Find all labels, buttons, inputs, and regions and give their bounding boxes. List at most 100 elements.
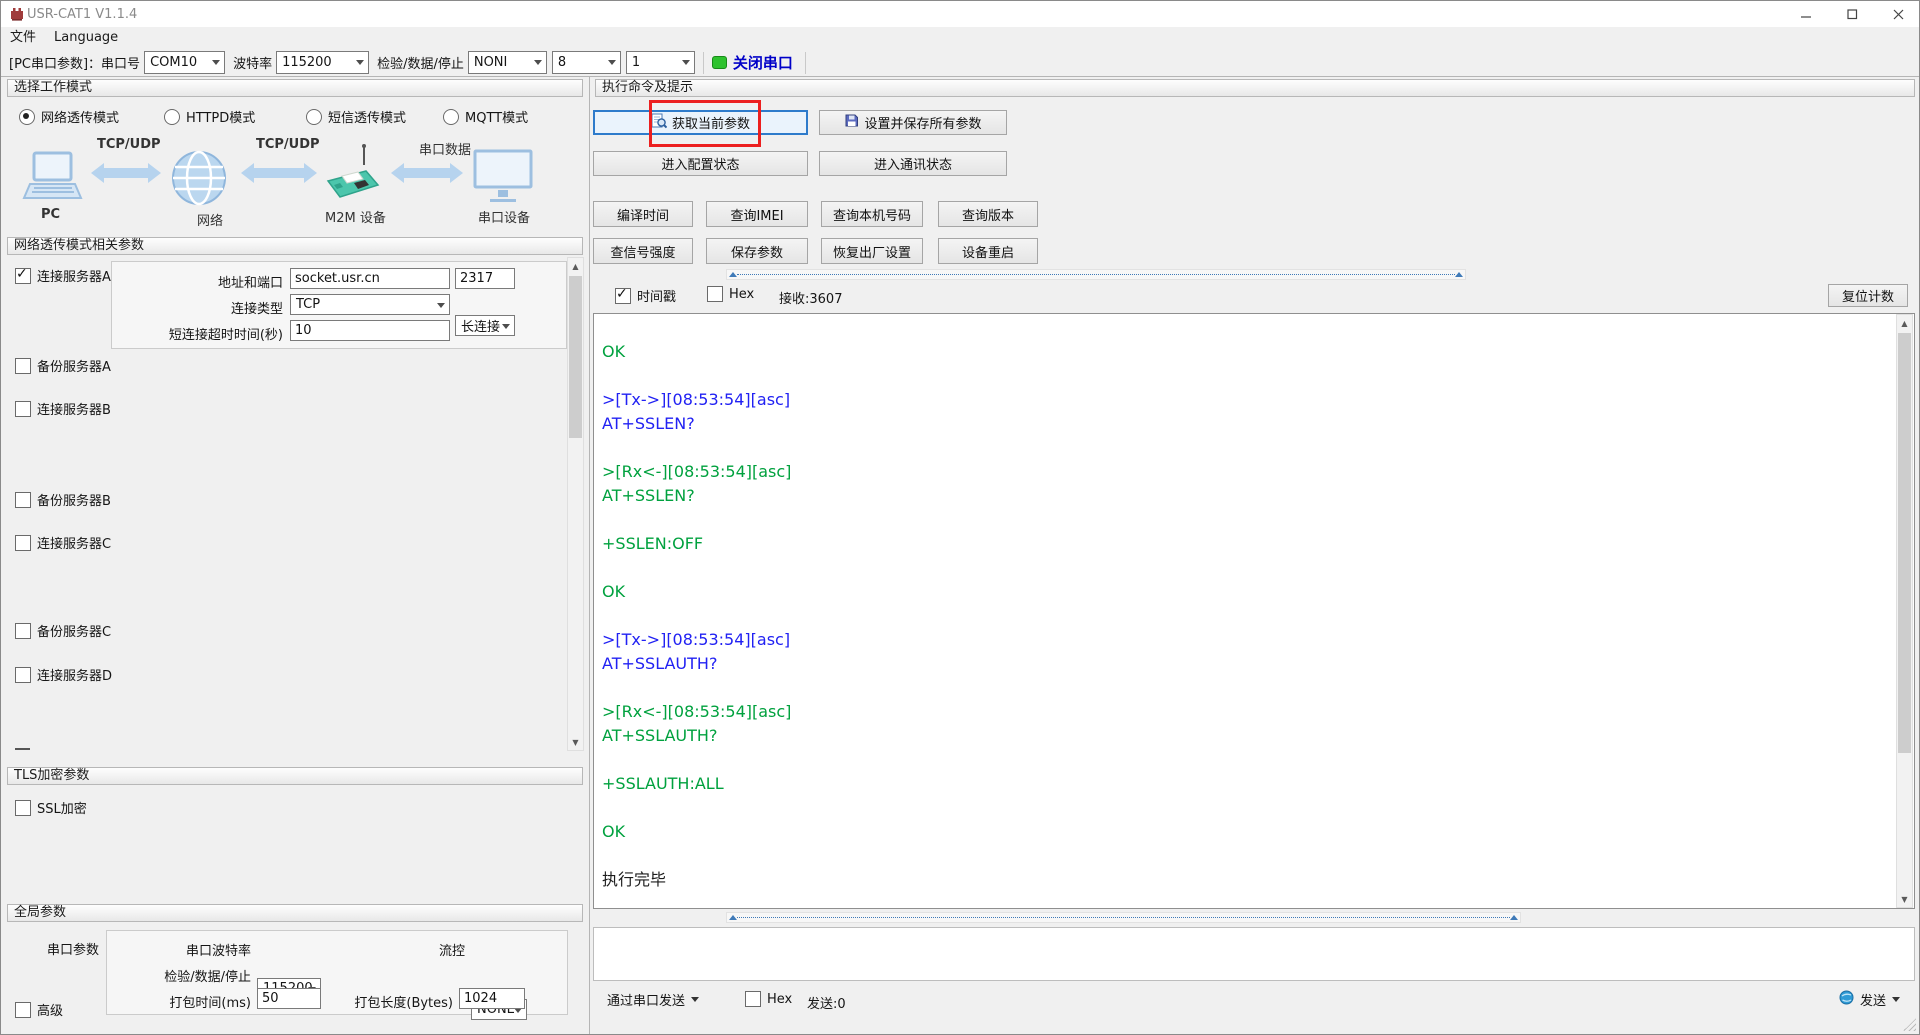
- scroll-up-icon[interactable]: ▲: [1897, 315, 1912, 331]
- maximize-button[interactable]: [1829, 1, 1875, 27]
- floppy-save-icon: [844, 113, 859, 132]
- serial-line-label: 检验/数据/停止: [164, 970, 251, 985]
- factory-reset-button[interactable]: 恢复出厂设置: [821, 238, 923, 264]
- compile-time-button[interactable]: 编译时间: [593, 201, 693, 227]
- log-line: OK: [602, 822, 626, 841]
- checkbox-icon[interactable]: [15, 357, 31, 374]
- scrollbar-thumb[interactable]: [1898, 333, 1911, 753]
- enter-config-button[interactable]: 进入配置状态: [593, 151, 808, 176]
- query-signal-button[interactable]: 查信号强度: [593, 238, 693, 264]
- checkbox-icon[interactable]: [15, 400, 31, 417]
- query-imei-button[interactable]: 查询IMEI: [706, 201, 808, 227]
- radio-httpd[interactable]: HTTPD模式: [164, 107, 255, 126]
- close-port-button[interactable]: 关闭串口: [733, 52, 793, 73]
- menu-file[interactable]: 文件: [1, 27, 45, 49]
- server-a-port-input[interactable]: [455, 268, 515, 289]
- com-port-select[interactable]: COM10: [144, 51, 226, 74]
- query-version-button[interactable]: 查询版本: [938, 201, 1038, 227]
- doc-magnifier-icon: [651, 113, 668, 133]
- line-settings-label: 检验/数据/停止: [377, 57, 464, 72]
- resize-grip[interactable]: [1903, 1018, 1916, 1031]
- globe-icon: [169, 149, 229, 211]
- set-save-params-button[interactable]: 设置并保存所有参数: [819, 110, 1007, 135]
- log-horizontal-scrollbar[interactable]: [726, 269, 1466, 280]
- checkbox-icon[interactable]: [15, 266, 31, 284]
- slider-right-icon[interactable]: [1510, 915, 1518, 920]
- pack-time-label: 打包时间(ms): [169, 996, 251, 1011]
- checkbox-icon[interactable]: [15, 534, 31, 551]
- device-restart-button[interactable]: 设备重启: [938, 238, 1038, 264]
- radio-sms[interactable]: 短信透传模式: [306, 107, 406, 126]
- checkbox-icon[interactable]: [15, 1001, 31, 1018]
- checkbox-server-b[interactable]: 连接服务器B: [15, 399, 111, 418]
- keepalive-select[interactable]: 长连接: [455, 315, 515, 336]
- checkbox-icon[interactable]: [15, 799, 31, 816]
- checkbox-icon[interactable]: [15, 666, 31, 683]
- scroll-down-icon[interactable]: ▼: [1897, 891, 1912, 907]
- databits-select[interactable]: 8: [551, 51, 621, 74]
- log-line: 执行完毕: [602, 870, 667, 889]
- radio-icon[interactable]: [164, 108, 180, 125]
- toolbar-divider: [1, 76, 1919, 77]
- pack-len-input[interactable]: [459, 988, 525, 1009]
- checkbox-icon[interactable]: [745, 991, 761, 1007]
- checkbox-backup-b[interactable]: 备份服务器B: [15, 490, 111, 509]
- save-params-button[interactable]: 保存参数: [706, 238, 808, 264]
- short-conn-timeout-input[interactable]: [290, 320, 450, 341]
- checkbox-hex-recv[interactable]: Hex: [707, 286, 754, 302]
- send-horizontal-scrollbar[interactable]: [726, 912, 1521, 923]
- commands-group-header: 执行命令及提示: [595, 79, 1915, 97]
- scroll-down-icon[interactable]: ▼: [568, 734, 583, 750]
- send-button[interactable]: 发送: [1839, 990, 1901, 1009]
- log-vertical-scrollbar[interactable]: ▲ ▼: [1896, 314, 1913, 908]
- slider-left-icon[interactable]: [729, 272, 737, 277]
- slider-right-icon[interactable]: [1455, 272, 1463, 277]
- scrollbar-thumb[interactable]: [569, 276, 582, 438]
- radio-icon[interactable]: [19, 108, 35, 125]
- log-area[interactable]: OK >[Tx->][08:53:54][asc] AT+SSLEN? >[Rx<-]…: [593, 313, 1915, 909]
- radio-icon[interactable]: [443, 108, 459, 125]
- checkbox-icon[interactable]: [707, 286, 723, 302]
- reset-counter-button[interactable]: 复位计数: [1828, 284, 1908, 307]
- log-line: OK: [602, 342, 626, 361]
- log-line: +SSLEN:OFF: [602, 534, 704, 553]
- menu-language[interactable]: Language: [45, 27, 127, 49]
- radio-icon[interactable]: [306, 108, 322, 125]
- send-input-area[interactable]: [593, 927, 1915, 981]
- server-a-address-input[interactable]: [290, 268, 450, 289]
- checkbox-server-a[interactable]: 连接服务器A: [15, 266, 111, 285]
- netparams-scrollbar[interactable]: ▲ ▼: [567, 257, 584, 751]
- checkbox-icon[interactable]: [15, 491, 31, 508]
- radio-mqtt[interactable]: MQTT模式: [443, 107, 528, 126]
- checkbox-backup-a[interactable]: 备份服务器A: [15, 356, 111, 375]
- stopbits-select[interactable]: 1: [625, 51, 695, 74]
- checkbox-server-c[interactable]: 连接服务器C: [15, 533, 111, 552]
- checkbox-advanced[interactable]: 高级: [15, 1000, 63, 1019]
- checkbox-backup-c[interactable]: 备份服务器C: [15, 621, 111, 640]
- checkbox-ssl[interactable]: SSL加密: [15, 798, 87, 817]
- radio-net-transparent[interactable]: 网络透传模式: [19, 107, 119, 126]
- checkbox-server-d[interactable]: 连接服务器D: [15, 665, 112, 684]
- checkbox-timestamp[interactable]: 时间戳: [615, 286, 676, 305]
- conn-type-label: 连接类型: [230, 302, 283, 317]
- checkbox-icon[interactable]: [15, 622, 31, 639]
- checkbox-hex-send[interactable]: Hex: [745, 991, 792, 1007]
- pack-time-input[interactable]: [257, 988, 321, 1009]
- short-conn-timeout-label: 短连接超时时间(秒): [168, 328, 283, 343]
- scroll-up-icon[interactable]: ▲: [568, 258, 583, 274]
- checkbox-icon[interactable]: [615, 286, 631, 304]
- enter-comm-button[interactable]: 进入通讯状态: [819, 151, 1007, 176]
- conn-type-select[interactable]: TCP: [290, 294, 450, 315]
- query-phone-button[interactable]: 查询本机号码: [821, 201, 923, 227]
- minimize-button[interactable]: [1783, 1, 1829, 27]
- link-label-serial: 串口数据: [419, 143, 472, 158]
- slider-left-icon[interactable]: [729, 915, 737, 920]
- baud-select[interactable]: 115200: [276, 51, 370, 74]
- close-button[interactable]: [1875, 1, 1919, 27]
- log-line: >[Rx<-][08:53:54][asc]: [602, 702, 792, 721]
- parity-select[interactable]: NONI: [467, 51, 547, 74]
- get-params-button[interactable]: 获取当前参数: [593, 110, 808, 135]
- send-via-serial-dropdown[interactable]: 通过串口发送: [607, 990, 700, 1009]
